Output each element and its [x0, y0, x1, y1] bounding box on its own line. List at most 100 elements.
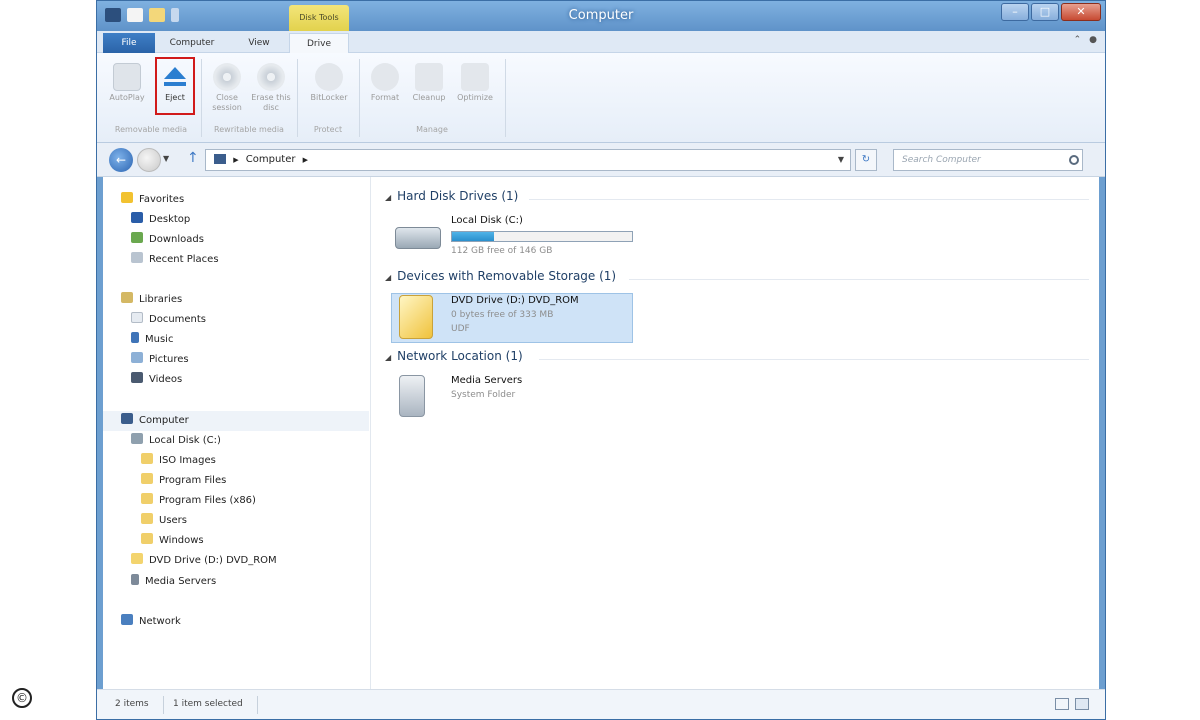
format-button[interactable]: Format: [363, 59, 407, 121]
media-servers-tile[interactable]: Media Servers System Folder: [395, 375, 595, 421]
status-separator: [257, 696, 258, 714]
erase-disc-icon: [257, 63, 285, 91]
window-controls: – □ ✕: [1001, 3, 1101, 21]
search-input[interactable]: Search Computer: [893, 149, 1083, 171]
media-server-icon: [131, 574, 139, 585]
collapse-triangle-icon[interactable]: ◢: [385, 273, 391, 282]
back-button[interactable]: ←: [109, 148, 133, 172]
details-view-icon[interactable]: [1055, 698, 1069, 710]
optimize-label: Optimize: [457, 93, 493, 102]
nav-music-label: Music: [145, 334, 174, 345]
ribbon-controls: ⌃ ●: [1074, 35, 1097, 45]
nav-local-disk[interactable]: Local Disk (C:): [131, 432, 221, 450]
tab-view[interactable]: View: [229, 33, 289, 53]
nav-iso-images[interactable]: ISO Images: [141, 452, 216, 470]
group-label-rewritable-media: Rewritable media: [214, 125, 284, 134]
media-servers-name: Media Servers: [451, 375, 523, 386]
nav-favorites[interactable]: Favorites: [121, 191, 184, 209]
tiles-view-icon[interactable]: [1075, 698, 1089, 710]
hard-drive-icon: [131, 433, 143, 444]
nav-libraries-label: Libraries: [139, 294, 183, 305]
breadcrumb-arrow-icon[interactable]: ▶: [303, 156, 308, 164]
nav-users[interactable]: Users: [141, 512, 187, 530]
nav-media-servers-label: Media Servers: [145, 576, 217, 587]
media-server-icon: [399, 375, 425, 417]
tab-drive[interactable]: Drive: [289, 33, 349, 53]
nav-documents-label: Documents: [149, 314, 207, 325]
optimize-button[interactable]: Optimize: [453, 59, 497, 121]
dvd-drive-icon: [399, 295, 433, 339]
local-disk-tile[interactable]: Local Disk (C:) 112 GB free of 146 GB: [395, 215, 655, 261]
group-removable-label: Devices with Removable Storage (1): [397, 269, 617, 283]
nav-downloads[interactable]: Downloads: [131, 231, 204, 249]
close-session-label: Close session: [212, 93, 242, 112]
group-header-removable[interactable]: ◢ Devices with Removable Storage (1): [385, 269, 616, 289]
bitlocker-button[interactable]: BitLocker: [307, 59, 351, 121]
group-header-network[interactable]: ◢ Network Location (1): [385, 349, 523, 369]
group-header-hard-disk[interactable]: ◢ Hard Disk Drives (1): [385, 189, 518, 209]
close-button[interactable]: ✕: [1061, 3, 1101, 21]
nav-videos[interactable]: Videos: [131, 371, 182, 389]
nav-dvd-drive[interactable]: DVD Drive (D:) DVD_ROM: [131, 552, 277, 570]
maximize-button[interactable]: □: [1031, 3, 1059, 21]
ribbon-separator: [505, 59, 506, 137]
media-servers-type: System Folder: [451, 390, 516, 400]
capacity-fill: [452, 232, 494, 241]
nav-recent-places[interactable]: Recent Places: [131, 251, 219, 269]
nav-desktop-label: Desktop: [149, 214, 191, 225]
title-bar[interactable]: Disk Tools Computer – □ ✕: [97, 1, 1105, 31]
nav-program-files[interactable]: Program Files: [141, 472, 226, 490]
nav-program-files-x86[interactable]: Program Files (x86): [141, 492, 256, 510]
breadcrumb-arrow-icon[interactable]: ▶: [233, 156, 238, 164]
tab-file[interactable]: File: [103, 33, 155, 53]
capacity-bar: [451, 231, 633, 242]
nav-libraries[interactable]: Libraries: [121, 291, 182, 309]
eject-highlight-box: [155, 57, 195, 115]
nav-windows[interactable]: Windows: [141, 532, 204, 550]
folder-icon: [141, 493, 153, 504]
folder-icon: [141, 533, 153, 544]
address-field[interactable]: ▶ Computer ▶ ▼: [205, 149, 851, 171]
address-dropdown-icon[interactable]: ▼: [838, 150, 844, 170]
recent-locations-dropdown[interactable]: ▼: [163, 154, 169, 163]
group-network-label: Network Location (1): [397, 349, 523, 363]
nav-pictures[interactable]: Pictures: [131, 351, 189, 369]
nav-music[interactable]: Music: [131, 331, 173, 349]
refresh-button[interactable]: ↻: [855, 149, 877, 171]
up-button[interactable]: ↑: [187, 150, 199, 166]
nav-media-servers[interactable]: Media Servers: [131, 573, 216, 591]
help-icon[interactable]: ●: [1089, 35, 1097, 45]
collapse-triangle-icon[interactable]: ◢: [385, 353, 391, 362]
erase-disc-button[interactable]: Erase this disc: [249, 59, 293, 121]
nav-favorites-label: Favorites: [139, 194, 185, 205]
minimize-button[interactable]: –: [1001, 3, 1029, 21]
breadcrumb-computer[interactable]: Computer: [246, 154, 296, 165]
erase-disc-label: Erase this disc: [251, 93, 291, 112]
nav-iso-images-label: ISO Images: [159, 455, 216, 466]
group-divider: [539, 359, 1089, 360]
computer-icon: [214, 154, 226, 164]
nav-desktop[interactable]: Desktop: [131, 211, 190, 229]
tab-computer[interactable]: Computer: [159, 33, 225, 53]
main-panes: Favorites Desktop Downloads Recent Place…: [103, 177, 1099, 689]
dvd-drive-tile[interactable]: DVD Drive (D:) DVD_ROM 0 bytes free of 3…: [395, 295, 631, 341]
search-icon[interactable]: [1069, 155, 1079, 165]
close-session-button[interactable]: Close session: [205, 59, 249, 121]
minimize-ribbon-icon[interactable]: ⌃: [1074, 35, 1082, 45]
format-label: Format: [370, 93, 400, 102]
local-disk-name: Local Disk (C:): [451, 215, 523, 226]
nav-computer-label: Computer: [139, 415, 189, 426]
local-disk-free-space: 112 GB free of 146 GB: [451, 246, 553, 256]
key-icon: [315, 63, 343, 91]
group-label-protect: Protect: [313, 125, 343, 134]
nav-network[interactable]: Network: [121, 613, 181, 631]
copyright-icon: ©: [12, 688, 32, 708]
nav-computer[interactable]: Computer: [121, 412, 189, 430]
nav-documents[interactable]: Documents: [131, 311, 206, 329]
cleanup-button[interactable]: Cleanup: [407, 59, 451, 121]
autoplay-button[interactable]: AutoPlay: [105, 59, 149, 121]
folder-icon: [141, 473, 153, 484]
nav-program-files-label: Program Files: [159, 475, 227, 486]
forward-button[interactable]: [137, 148, 161, 172]
collapse-triangle-icon[interactable]: ◢: [385, 193, 391, 202]
